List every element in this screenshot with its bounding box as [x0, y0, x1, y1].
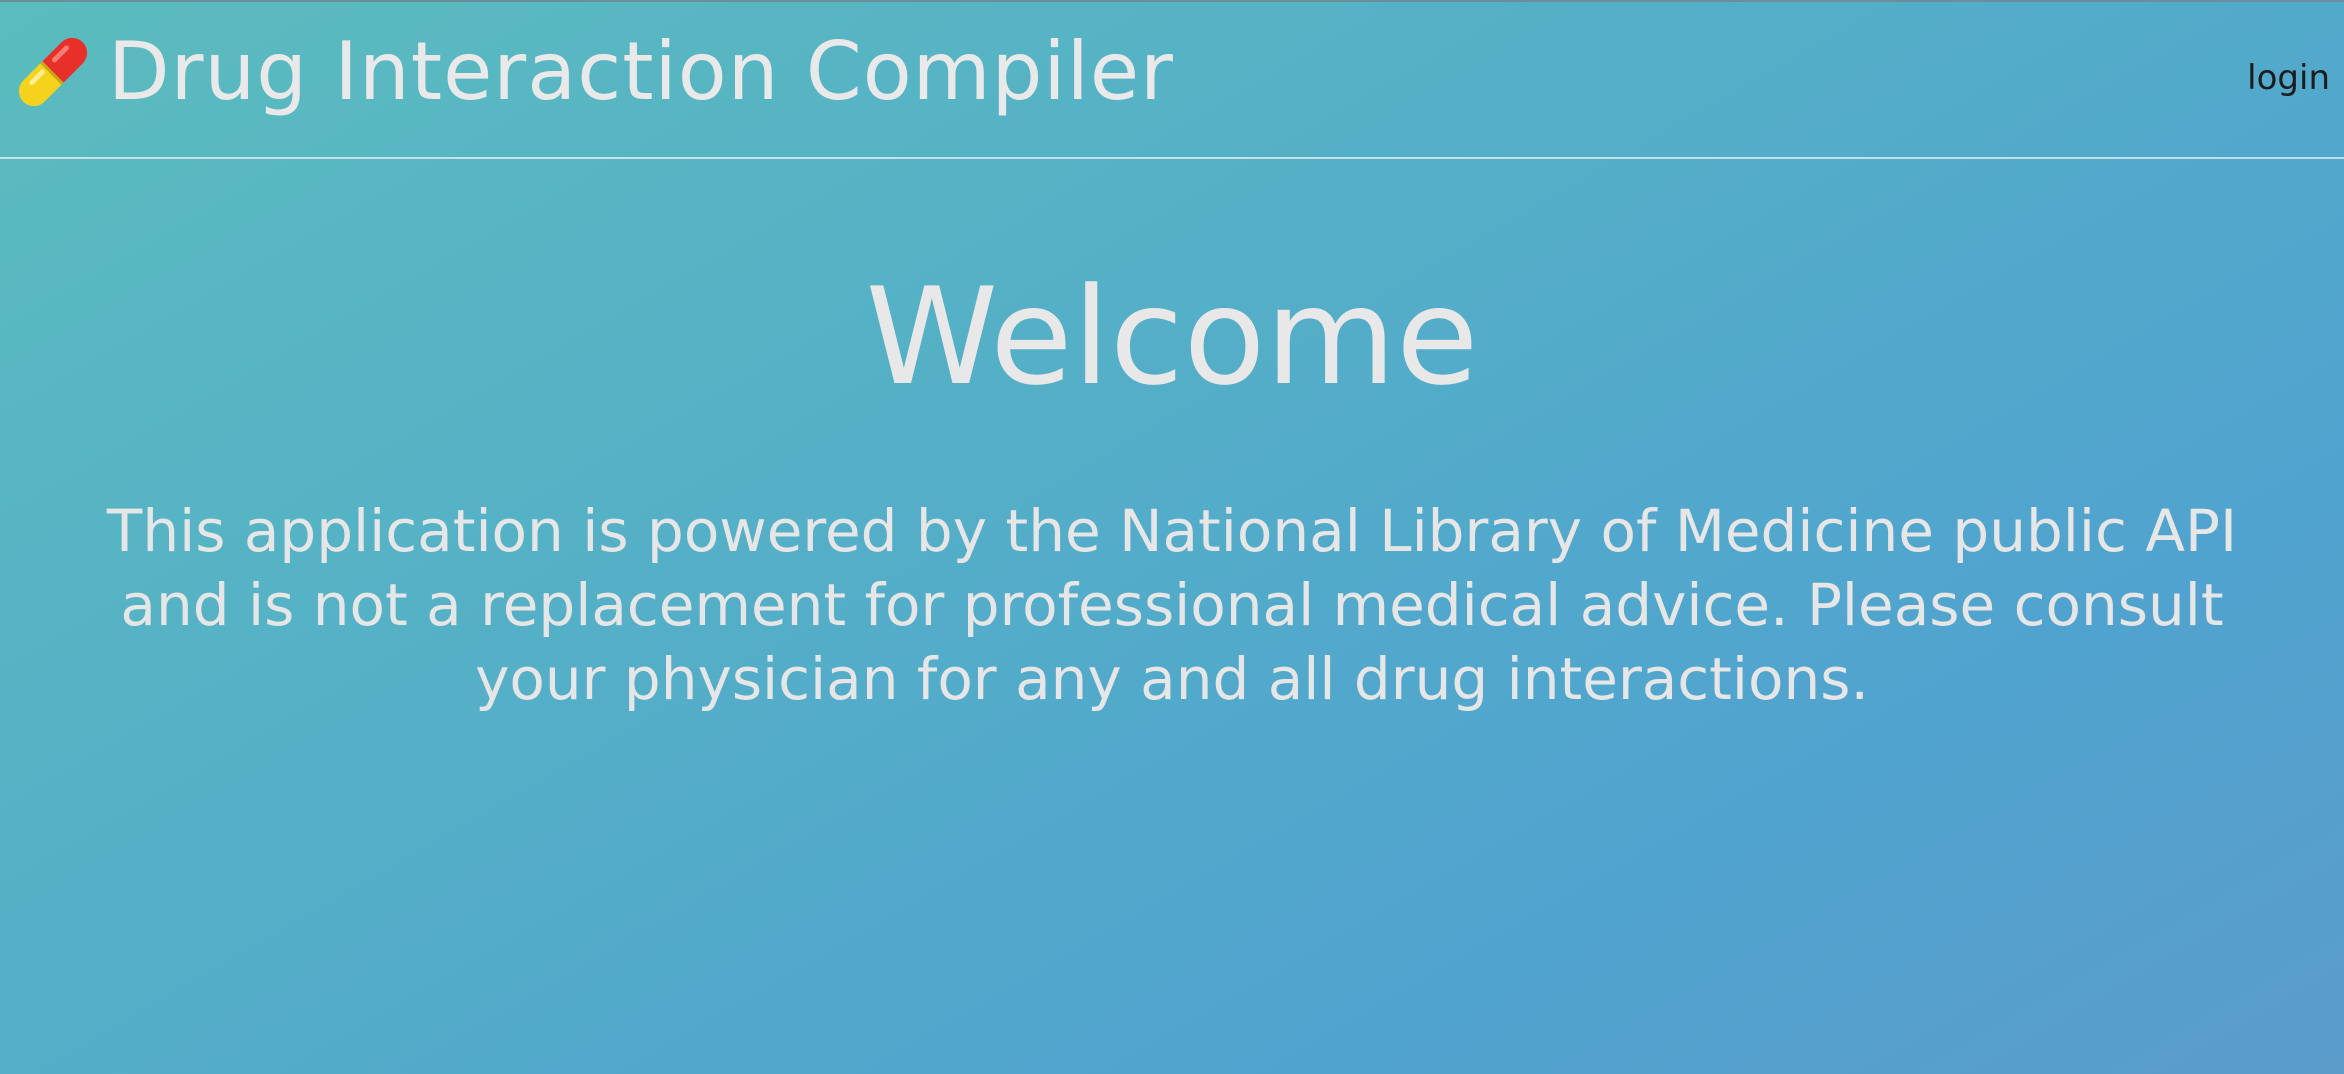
login-link[interactable]: login [2247, 58, 2330, 98]
app-header: Drug Interaction Compiler login [0, 0, 2344, 159]
pill-icon [18, 37, 88, 107]
app-title: Drug Interaction Compiler [108, 25, 1174, 118]
brand: Drug Interaction Compiler [18, 22, 1174, 122]
disclaimer-text: This application is powered by the Natio… [106, 497, 2238, 713]
welcome-heading: Welcome [865, 259, 1479, 415]
